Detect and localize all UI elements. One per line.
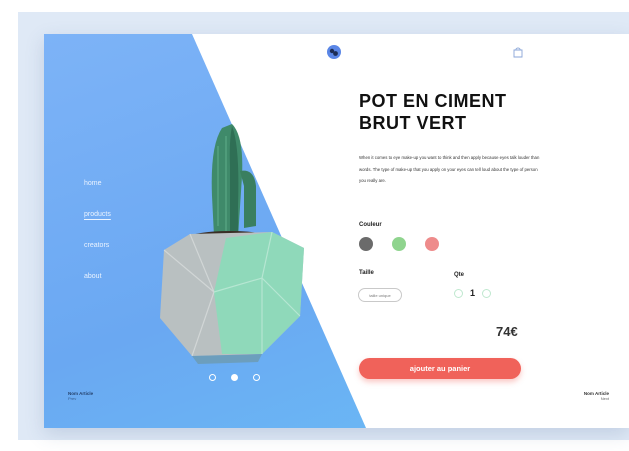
prev-article-sub: Prev xyxy=(68,396,77,401)
next-article-sub: Next xyxy=(600,396,609,401)
product-title: POT EN CIMENT BRUT VERT xyxy=(359,90,589,134)
nav-item-home[interactable]: home xyxy=(84,180,111,187)
product-price: 74€ xyxy=(496,324,518,339)
quantity-value: 1 xyxy=(470,288,476,298)
shopping-bag-icon[interactable] xyxy=(512,45,524,63)
main-nav: home products creators about xyxy=(84,180,111,304)
size-label: Taille xyxy=(359,270,374,276)
product-description: When it comes to eye make-up you want to… xyxy=(359,155,540,183)
quantity-label: Qte xyxy=(454,272,465,278)
carousel-dot[interactable] xyxy=(209,374,216,381)
minus-icon[interactable] xyxy=(454,288,463,298)
nav-item-creators[interactable]: creators xyxy=(84,242,111,249)
quantity-stepper: 1 xyxy=(454,288,492,298)
carousel-dot[interactable] xyxy=(253,374,260,381)
carousel-dot-active[interactable] xyxy=(231,374,238,381)
product-card: home products creators about Nom Article… xyxy=(44,34,629,428)
color-swatch-grey[interactable] xyxy=(359,237,373,251)
add-to-cart-button[interactable]: ajouter au panier xyxy=(359,358,521,379)
nav-item-products[interactable]: products xyxy=(84,211,111,218)
color-swatches xyxy=(359,237,439,251)
prev-article-link[interactable]: Nom Article Prev xyxy=(68,391,93,401)
product-title-line2: BRUT VERT xyxy=(359,113,467,133)
plus-icon[interactable] xyxy=(482,288,492,298)
carousel-dots xyxy=(209,374,260,381)
product-title-line1: POT EN CIMENT xyxy=(359,91,507,111)
color-label: Couleur xyxy=(359,222,382,228)
size-select[interactable]: taille unique xyxy=(358,288,402,302)
color-swatch-pink[interactable] xyxy=(425,237,439,251)
color-swatch-green[interactable] xyxy=(392,237,406,251)
cactus-pot-image xyxy=(160,124,304,364)
next-article-link[interactable]: Nom Article Next xyxy=(584,391,609,401)
logo-icon[interactable] xyxy=(327,45,341,59)
nav-item-about[interactable]: about xyxy=(84,273,111,280)
